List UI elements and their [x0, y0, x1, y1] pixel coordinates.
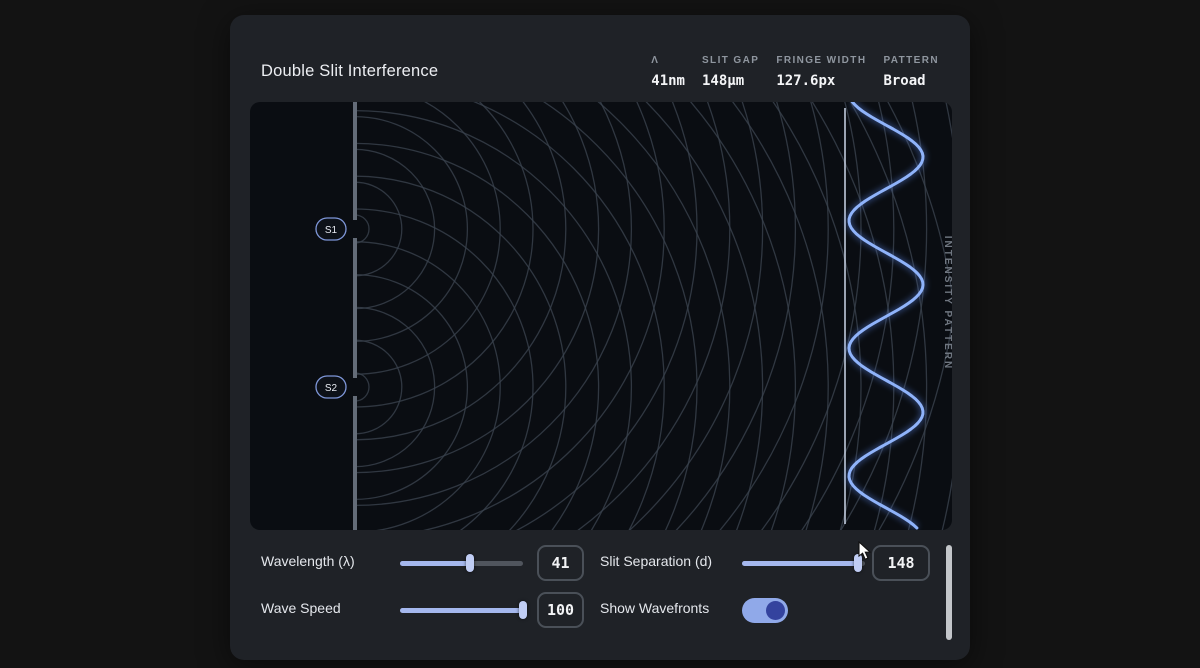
wavelength-slider-fill: [400, 561, 470, 566]
slit-separation-slider[interactable]: [742, 553, 865, 573]
stat-wavelength-value: 41nm: [651, 73, 685, 89]
intensity-pattern-label: INTENSITY PATTERN: [942, 236, 952, 371]
wavelength-label: Wavelength (λ): [261, 553, 355, 569]
show-wavefronts-label: Show Wavefronts: [600, 600, 709, 616]
slit1-label: S1: [325, 225, 338, 236]
stat-fringe-width-value: 127.6px: [776, 73, 866, 89]
page-background: Double Slit Interference Λ 41nm Slit Gap…: [0, 0, 1200, 668]
page-title: Double Slit Interference: [261, 62, 438, 81]
stat-pattern-label: Pattern: [883, 55, 939, 66]
slit-separation-slider-thumb[interactable]: [854, 554, 862, 572]
wave-speed-slider-thumb[interactable]: [519, 601, 527, 619]
wavelength-value-input[interactable]: [537, 545, 584, 581]
wave-speed-value-input[interactable]: [537, 592, 584, 628]
slit2-label: S2: [325, 383, 338, 394]
slit1-badge: S1: [316, 218, 346, 240]
stat-wavelength-label: Λ: [651, 55, 685, 66]
wave-speed-label: Wave Speed: [261, 600, 341, 616]
stats-bar: Λ 41nm Slit Gap 148μm Fringe Width 127.6…: [651, 55, 939, 89]
app-card: Double Slit Interference Λ 41nm Slit Gap…: [230, 15, 970, 660]
stat-fringe-width-label: Fringe Width: [776, 55, 866, 66]
wavelength-slider[interactable]: [400, 553, 523, 573]
stat-slit-gap-value: 148μm: [702, 73, 759, 89]
stat-pattern: Pattern Broad: [883, 55, 939, 89]
slit-separation-label: Slit Separation (d): [600, 553, 712, 569]
wave-speed-slider[interactable]: [400, 600, 523, 620]
slit2-badge: S2: [316, 376, 346, 398]
slit-separation-slider-fill: [742, 561, 858, 566]
stat-slit-gap-label: Slit Gap: [702, 55, 759, 66]
stat-wavelength: Λ 41nm: [651, 55, 685, 89]
simulation-canvas[interactable]: S1 S2 INTENSITY PATTERN: [250, 102, 952, 530]
stat-slit-gap: Slit Gap 148μm: [702, 55, 759, 89]
wavelength-slider-thumb[interactable]: [466, 554, 474, 572]
toggle-knob: [766, 601, 785, 620]
show-wavefronts-toggle[interactable]: [742, 598, 788, 623]
slit-separation-value-input[interactable]: [872, 545, 930, 581]
stat-pattern-value: Broad: [883, 73, 939, 89]
wave-speed-slider-fill: [400, 608, 523, 613]
stat-fringe-width: Fringe Width 127.6px: [776, 55, 866, 89]
scrollbar-thumb[interactable]: [946, 545, 952, 640]
